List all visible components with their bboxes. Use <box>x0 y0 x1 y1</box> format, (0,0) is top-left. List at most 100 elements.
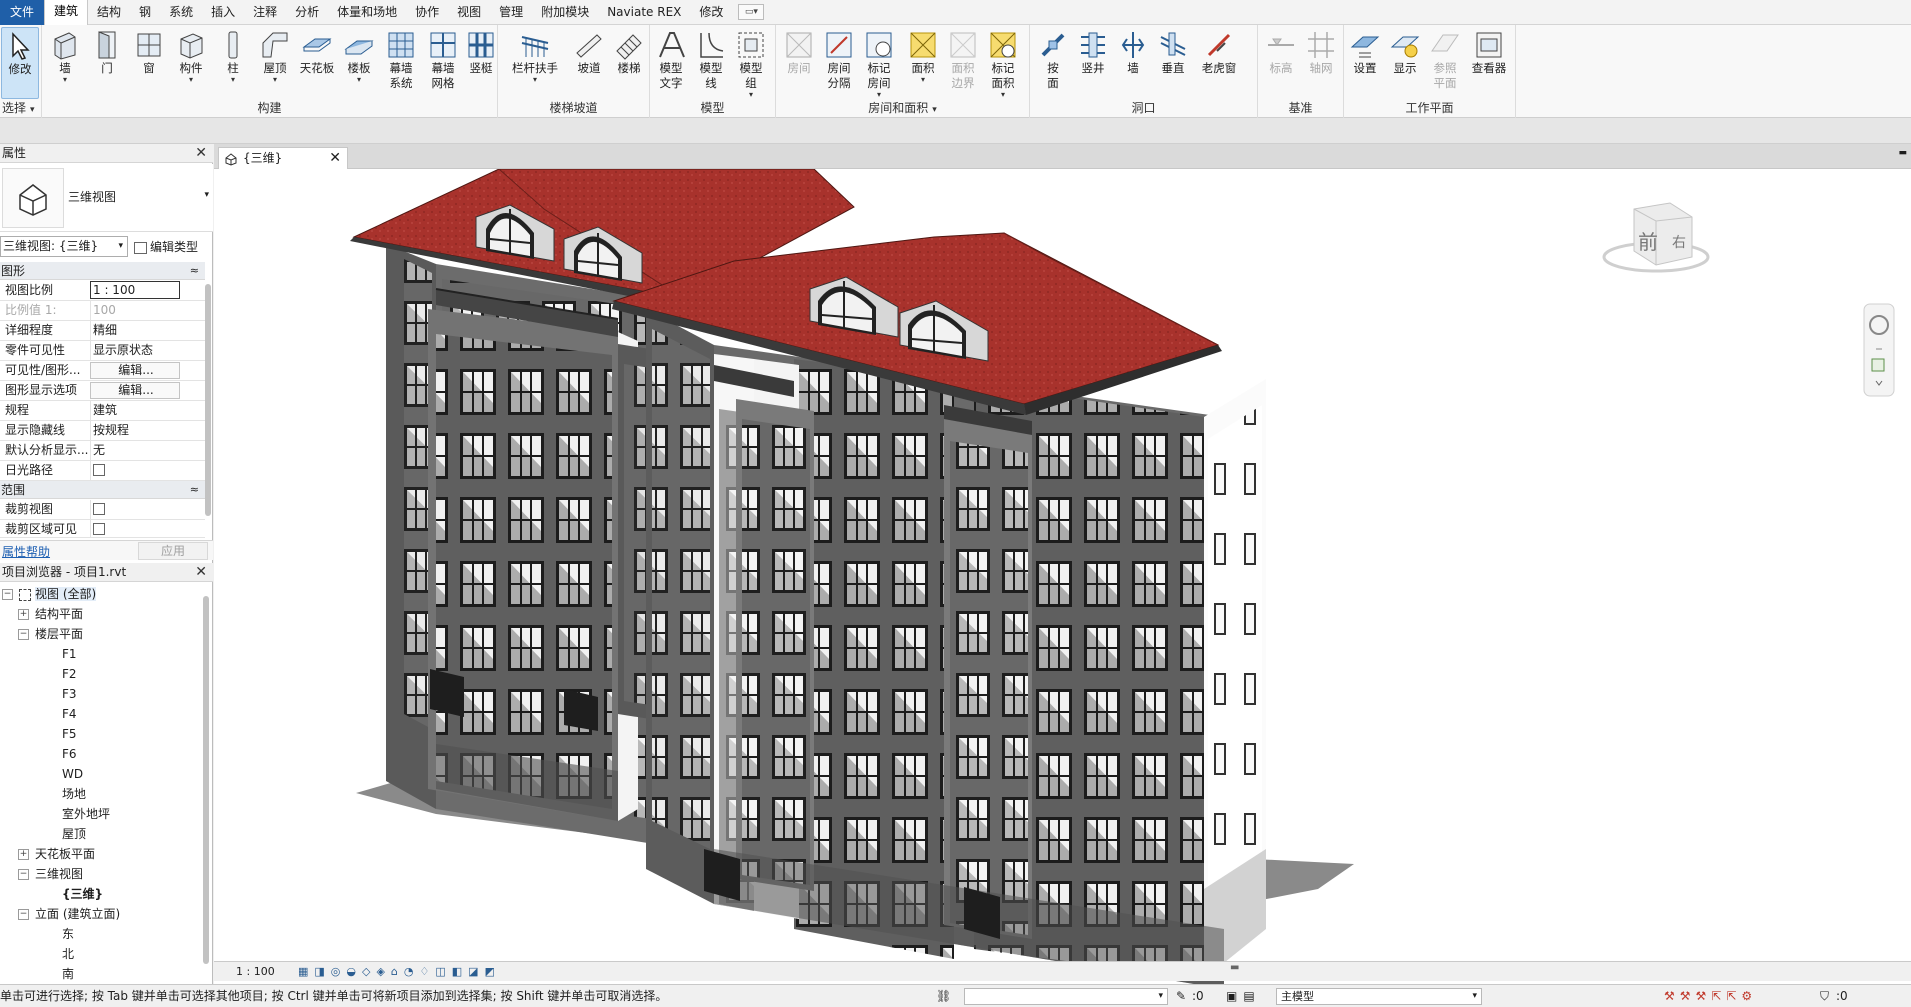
room-tool[interactable]: 房间 <box>780 27 818 99</box>
menu-addins[interactable]: 附加模块 <box>532 0 598 25</box>
menu-file[interactable]: 文件 <box>0 0 45 25</box>
prop-row[interactable]: 默认分析显示... 无 <box>0 441 205 461</box>
room-group-label[interactable]: 房间和面积 ▾ <box>776 99 1029 116</box>
design-option-icons[interactable]: ▣▤ <box>1226 985 1261 1007</box>
model-combo[interactable]: 主模型 ▾ <box>1276 988 1482 1005</box>
by-face-tool[interactable]: 按 面 <box>1034 27 1072 99</box>
sun-path-checkbox[interactable] <box>93 463 105 476</box>
close-icon[interactable]: ✕ <box>195 144 207 163</box>
chevron-down-icon[interactable]: ▾ <box>204 190 209 200</box>
graphic-display-edit-button[interactable]: 编辑... <box>90 382 180 399</box>
floor-tool[interactable]: 楼板 ▾ <box>340 27 378 99</box>
tree-node[interactable]: + 天花板平面 <box>18 844 95 864</box>
tag-room-tool[interactable]: 标记 房间 ▾ <box>860 27 898 99</box>
tree-leaf[interactable]: F2 <box>62 664 77 684</box>
curtain-system-tool[interactable]: 幕墙 系统 <box>382 27 420 99</box>
tree-leaf[interactable]: WD <box>62 764 83 784</box>
tree-leaf[interactable]: 南 <box>62 964 74 982</box>
tree-node[interactable]: − 楼层平面 <box>18 624 83 644</box>
tree-leaf[interactable]: F6 <box>62 744 77 764</box>
viewcube-right-label[interactable]: 右 <box>1672 235 1686 251</box>
crop-view-checkbox[interactable] <box>93 502 105 515</box>
shaft-tool[interactable]: 竖井 <box>1074 27 1112 99</box>
prop-row[interactable]: 规程 建筑 <box>0 401 205 421</box>
viewcube-front-label[interactable]: 前 <box>1638 230 1658 254</box>
tree-node[interactable]: − 三维视图 <box>18 864 83 884</box>
ribbon-toggle-button[interactable]: ▭▾ <box>738 4 765 20</box>
area-boundary-tool[interactable]: 面积 边界 <box>944 27 982 99</box>
viewcube[interactable]: 前 右 <box>1602 202 1710 273</box>
menu-modify[interactable]: 修改 <box>690 0 732 25</box>
mullion-tool[interactable]: 竖梃 <box>462 27 500 99</box>
set-workplane-tool[interactable]: 设置 <box>1346 27 1384 99</box>
filter-icon[interactable]: ⛉ <box>1820 985 1829 1007</box>
zoom-region-icon[interactable] <box>1871 358 1885 372</box>
select-group-label[interactable]: 选择 ▾ <box>0 99 41 116</box>
menu-steel[interactable]: 钢 <box>130 0 160 25</box>
model-text-tool[interactable]: 模型 文字 <box>652 27 690 99</box>
section-extents[interactable]: 范围 ≈ <box>0 481 205 499</box>
grid-tool[interactable]: 轴网 <box>1302 27 1340 99</box>
menu-systems[interactable]: 系统 <box>160 0 202 25</box>
crop-visible-checkbox[interactable] <box>93 522 105 535</box>
roof-tool[interactable]: 屋顶 ▾ <box>256 27 294 99</box>
wall-opening-tool[interactable]: 墙 <box>1114 27 1152 99</box>
model-group-tool[interactable]: 模型 组 ▾ <box>732 27 770 99</box>
menu-view[interactable]: 视图 <box>448 0 490 25</box>
menu-analyze[interactable]: 分析 <box>286 0 328 25</box>
section-graphics[interactable]: 图形 ≈ <box>0 262 205 280</box>
room-separator-tool[interactable]: 房间 分隔 <box>820 27 858 99</box>
tree-leaf[interactable]: 屋顶 <box>62 824 86 844</box>
vg-edit-button[interactable]: 编辑... <box>90 362 180 379</box>
tree-leaf-active-view[interactable]: {三维} <box>62 884 103 904</box>
selection-filter-icons[interactable]: ⚒⚒⚒⇱⇱⚙ <box>1664 985 1757 1007</box>
menu-structure[interactable]: 结构 <box>88 0 130 25</box>
view-instance-select[interactable]: 三维视图: {三维} ▾ <box>0 236 128 257</box>
railing-tool[interactable]: 栏杆扶手 ▾ <box>508 27 562 99</box>
apply-button[interactable]: 应用 <box>138 542 208 560</box>
area-tool[interactable]: 面积 ▾ <box>904 27 942 99</box>
tab-menu-icon[interactable]: ▬ <box>1898 148 1907 158</box>
component-tool[interactable]: 构件 ▾ <box>172 27 210 99</box>
reference-plane-tool[interactable]: 参照 平面 <box>1426 27 1464 99</box>
stair-tool[interactable]: 楼梯 <box>610 27 648 99</box>
tree-leaf[interactable]: 场地 <box>62 784 86 804</box>
tree-leaf[interactable]: F3 <box>62 684 77 704</box>
prop-row[interactable]: 显示隐藏线 按规程 <box>0 421 205 441</box>
prop-row[interactable]: 视图比例 1 : 100 <box>0 281 205 301</box>
tree-leaf[interactable]: F5 <box>62 724 77 744</box>
tag-area-tool[interactable]: 标记 面积 ▾ <box>984 27 1022 99</box>
menu-manage[interactable]: 管理 <box>490 0 532 25</box>
properties-scrollbar[interactable] <box>205 284 211 516</box>
dormer-tool[interactable]: 老虎窗 <box>1194 27 1244 99</box>
modify-tool[interactable]: 修改 <box>1 27 39 99</box>
type-selector[interactable]: 三维视图 ▾ <box>0 164 213 232</box>
tree-node[interactable]: + 结构平面 <box>18 604 83 624</box>
curtain-grid-tool[interactable]: 幕墙 网格 <box>424 27 462 99</box>
wall-tool[interactable]: 墙 ▾ <box>46 27 84 99</box>
editing-requests-icon[interactable]: ✎ <box>1176 985 1186 1007</box>
ramp-tool[interactable]: 坡道 <box>570 27 608 99</box>
tab-3d-view[interactable]: {三维} ✕ <box>218 147 348 169</box>
building-model-render[interactable]: 前 右 <box>214 169 1911 984</box>
worksharing-icon[interactable]: ⛓ <box>936 985 951 1007</box>
menu-insert[interactable]: 插入 <box>202 0 244 25</box>
workplane-viewer-tool[interactable]: 查看器 <box>1466 27 1512 99</box>
scroll-handle-icon[interactable]: ▬ <box>1230 958 1239 977</box>
menu-massing[interactable]: 体量和场地 <box>328 0 406 25</box>
tree-leaf[interactable]: 室外地坪 <box>62 804 110 824</box>
door-tool[interactable]: 门 <box>88 27 126 99</box>
tree-leaf[interactable]: F4 <box>62 704 77 724</box>
prop-row[interactable]: 详细程度 精细 <box>0 321 205 341</box>
menu-naviate[interactable]: Naviate REX <box>598 0 690 25</box>
view-canvas[interactable]: {三维} ✕ ▬ 前 右 <box>214 144 1911 984</box>
show-workplane-tool[interactable]: 显示 <box>1386 27 1424 99</box>
prop-row[interactable]: 零件可见性 显示原状态 <box>0 341 205 361</box>
tree-node[interactable]: − 立面 (建筑立面) <box>18 904 120 924</box>
column-tool[interactable]: 柱 ▾ <box>214 27 252 99</box>
close-icon[interactable]: ✕ <box>329 148 341 169</box>
browser-scrollbar[interactable] <box>203 596 209 964</box>
edit-type-button[interactable]: 编辑类型 <box>134 238 198 255</box>
tree-leaf[interactable]: 北 <box>62 944 74 964</box>
ceiling-tool[interactable]: 天花板 <box>298 27 336 99</box>
